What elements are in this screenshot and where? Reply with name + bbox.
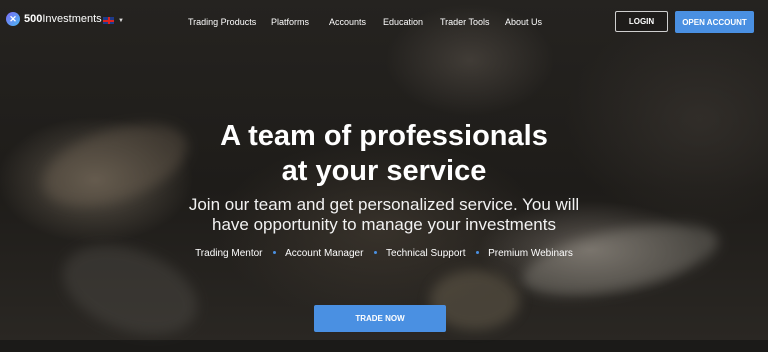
feature-list: Trading Mentor Account Manager Technical… <box>0 248 768 259</box>
nav-trading-products[interactable]: Trading Products <box>188 17 256 27</box>
login-button[interactable]: LOGIN <box>615 11 668 32</box>
feature-technical-support: Technical Support <box>386 248 466 259</box>
feature-account-manager: Account Manager <box>285 248 364 259</box>
bullet-dot-icon <box>374 250 378 254</box>
hero-subtitle-line-2: have opportunity to manage your investme… <box>212 215 556 234</box>
trade-now-button[interactable]: TRADE NOW <box>314 305 446 332</box>
feature-trading-mentor: Trading Mentor <box>195 248 263 259</box>
nav-accounts[interactable]: Accounts <box>329 17 366 27</box>
nav-trader-tools[interactable]: Trader Tools <box>440 17 490 27</box>
bullet-dot-icon <box>273 250 277 254</box>
bullet-dot-icon <box>476 250 480 254</box>
hero-headline-line-2: at your service <box>281 155 487 187</box>
nav-about-us[interactable]: About Us <box>505 17 542 27</box>
nav-education[interactable]: Education <box>383 17 423 27</box>
open-account-button[interactable]: OPEN ACCOUNT <box>675 11 754 33</box>
hero-headline-line-1: A team of professionals <box>220 120 548 152</box>
feature-premium-webinars: Premium Webinars <box>488 248 573 259</box>
hero-subtitle-line-1: Join our team and get personalized servi… <box>188 195 580 214</box>
nav-platforms[interactable]: Platforms <box>271 17 309 27</box>
